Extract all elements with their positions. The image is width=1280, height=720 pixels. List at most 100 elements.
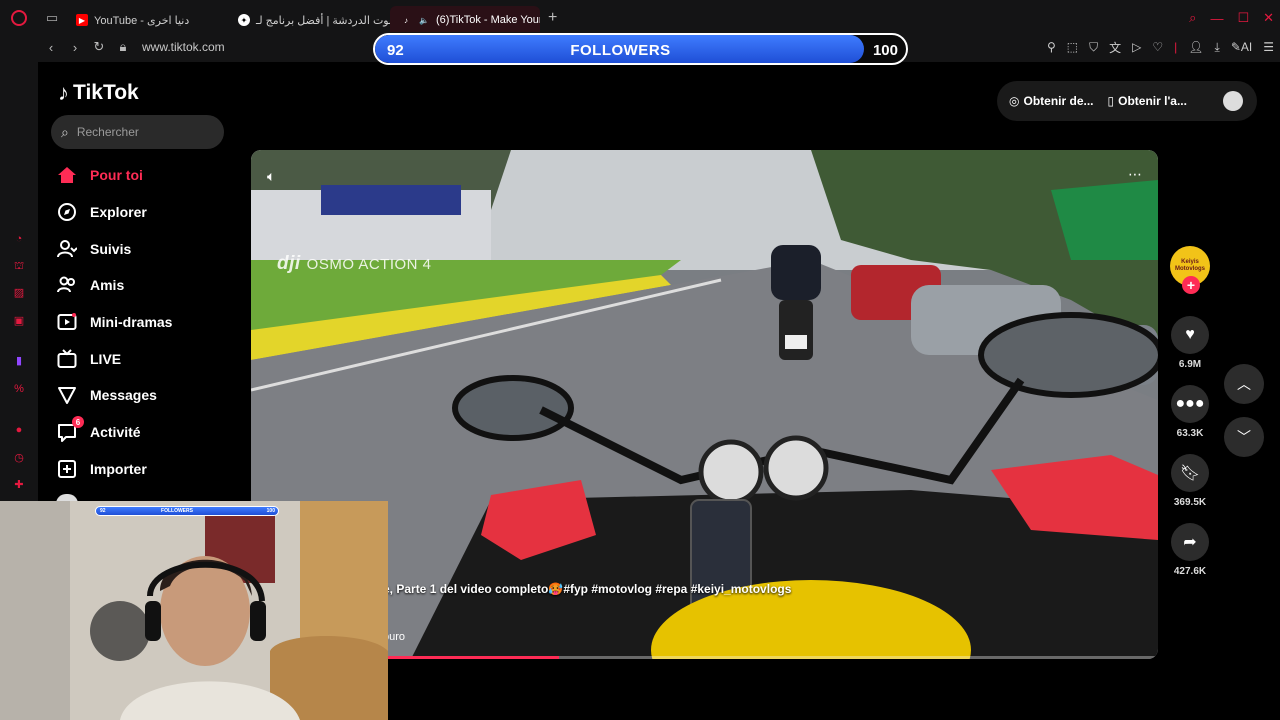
messages-icon [56,384,78,406]
save-button[interactable]: 🔖︎ [1171,454,1209,492]
comment-icon: ●●● [1175,395,1205,412]
tiktok-logo[interactable]: ♪ TikTok [58,80,139,106]
ai-button[interactable]: ✎AI [1231,40,1252,54]
tab-tiktok[interactable]: ♪ 🔈 (6)TikTok - Make Your D [390,6,540,34]
tiktok-nav: Pour toi Explorer Suivis Amis Mini-drama… [56,157,246,487]
forward-button[interactable]: › [64,40,86,55]
follow-plus-button[interactable]: + [1182,276,1200,294]
reload-button[interactable]: ↻ [88,39,110,55]
browser-toolbar: ⚲ ⬚ ⛉ 文 ▷ ♡ | 👤︎ ⤓ ✎AI ☰ [1046,39,1274,56]
nav-item-mini-dramas[interactable]: Mini-dramas [56,304,246,341]
nav-item-pour-toi[interactable]: Pour toi [56,157,246,194]
translate-icon[interactable]: 文 [1109,39,1121,56]
lock-icon[interactable]: 🔒︎ [112,39,134,55]
mini-followers-bar: 92 FOLLOWERS 100 [95,506,279,516]
webcam-overlay: 92 FOLLOWERS 100 [0,501,388,720]
sidebar-pinboard-icon[interactable]: ▨ [12,286,26,300]
tiktok-icon: ♪ [58,80,69,105]
share-button[interactable]: ➦ [1171,523,1209,561]
webcam-feed [0,501,388,720]
phone-icon: ▯ [1107,94,1115,108]
play-icon[interactable]: ▷ [1132,40,1141,54]
window-controls: ⌕ — ☐ ✕ [1189,0,1274,36]
back-button[interactable]: ‹ [40,40,62,55]
video-scroll-controls: ︿ ﹀ [1224,364,1264,470]
close-button[interactable]: ✕ [1263,10,1274,26]
share-icon: ➦ [1183,534,1197,551]
shield-icon[interactable]: ⛉ [1089,40,1098,55]
video-actions: Keiyis Motovlogs + ♥ 6.9M ●●● 63.3K 🔖︎ 3… [1168,246,1212,577]
minimize-button[interactable]: — [1210,11,1223,26]
sidebar-crypto-icon[interactable]: ⛫ [12,259,26,273]
followers-goal-bar: 92 FOLLOWERS 100 [373,33,908,65]
download-icon[interactable]: ⤓ [1215,40,1220,55]
author-avatar[interactable]: Keiyis Motovlogs + [1170,246,1210,294]
save-count: 369.5K [1173,497,1207,508]
nav-item-explorer[interactable]: Explorer [56,194,246,231]
followers-label: FOLLOWERS [570,42,671,59]
top-right-actions: ◎ Obtenir de... ▯ Obtenir l'a... [997,81,1257,121]
menu-icon[interactable]: ☰ [1263,40,1274,54]
tab-menu-icon[interactable]: ▭ [38,0,66,36]
opera-logo-icon[interactable] [0,0,38,36]
user-avatar[interactable] [1223,91,1243,111]
dji-watermark: dji OSMO ACTION 4 [277,253,432,274]
sidebar-aria-icon[interactable]: ◔ [12,232,26,246]
pin-icon[interactable]: ⚲ [1047,40,1056,54]
chatbot-icon: ✦ [238,14,250,26]
nav-item-suivis[interactable]: Suivis [56,230,246,267]
volume-icon[interactable]: 🔈︎ [267,168,275,185]
search-icon: ⌕ [61,123,69,140]
tab-chatbot[interactable]: ✦ بوت الدردشة | أفضل برنامج لـ [228,6,390,34]
maximize-button[interactable]: ☐ [1237,10,1249,26]
sidebar-percent-icon[interactable]: % [12,382,26,396]
search-box[interactable]: ⌕ [51,115,224,149]
get-app-button[interactable]: ▯ Obtenir l'a... [1108,94,1187,108]
heart-icon[interactable]: ♡ [1152,40,1163,54]
tab-label: YouTube - دنيا اخرى [94,14,190,27]
nav-item-amis[interactable]: Amis [56,267,246,304]
sidebar-history-icon[interactable]: ◷ [12,451,26,465]
search-input[interactable] [76,125,207,139]
chevron-down-icon: ﹀ [1237,429,1251,445]
snapshot-icon[interactable]: ⬚ [1067,40,1078,54]
new-tab-button[interactable]: + [540,9,565,27]
chevron-up-icon: ︿ [1237,376,1251,392]
activity-icon: 6 [56,416,84,443]
tiktok-icon: ♪ [404,15,408,25]
get-coins-button[interactable]: ◎ Obtenir de... [1009,94,1094,108]
sidebar-music-icon[interactable]: ● [12,423,26,437]
nav-item-live[interactable]: LIVE [56,340,246,377]
tab-strip: ▭ ▶ YouTube - دنيا اخرى ✦ بوت الدردشة | … [0,0,1280,36]
activity-badge: 6 [72,416,84,429]
live-icon [56,348,78,370]
friends-icon [56,274,78,296]
tab-youtube[interactable]: ▶ YouTube - دنيا اخرى [66,6,228,34]
compass-icon [56,201,78,223]
tab-label: بوت الدردشة | أفضل برنامج لـ [256,14,390,27]
following-icon [56,238,78,260]
comment-count: 63.3K [1176,428,1204,439]
nav-item-importer[interactable]: Importer [56,451,246,488]
account-icon[interactable]: 👤︎ [1188,40,1203,54]
sidebar-twitch-icon[interactable]: ▮ [12,354,26,368]
sidebar-gmail-icon[interactable]: ▣ [12,314,26,328]
home-icon [56,164,78,186]
share-count: 427.6K [1173,566,1207,577]
previous-video-button[interactable]: ︿ [1224,364,1264,404]
search-tabs-icon[interactable]: ⌕ [1189,10,1196,26]
upload-icon [56,458,78,480]
url-field[interactable]: www.tiktok.com [142,40,225,54]
like-button[interactable]: ♥ [1171,316,1209,354]
comment-button[interactable]: ●●● [1171,385,1209,423]
sidebar-extensions-icon[interactable]: ✚ [12,478,26,492]
nav-item-messages[interactable]: Messages [56,377,246,414]
nav-item-activite[interactable]: 6 Activité [56,414,246,451]
speaker-icon[interactable]: 🔈 [418,14,430,26]
bookmark-icon: 🔖︎ [1179,465,1201,482]
next-video-button[interactable]: ﹀ [1224,417,1264,457]
like-count: 6.9M [1178,359,1202,370]
heart-icon: ♥ [1185,326,1195,343]
followers-goal: 100 [872,42,898,59]
more-options-icon[interactable]: ⋯ [1128,166,1142,183]
